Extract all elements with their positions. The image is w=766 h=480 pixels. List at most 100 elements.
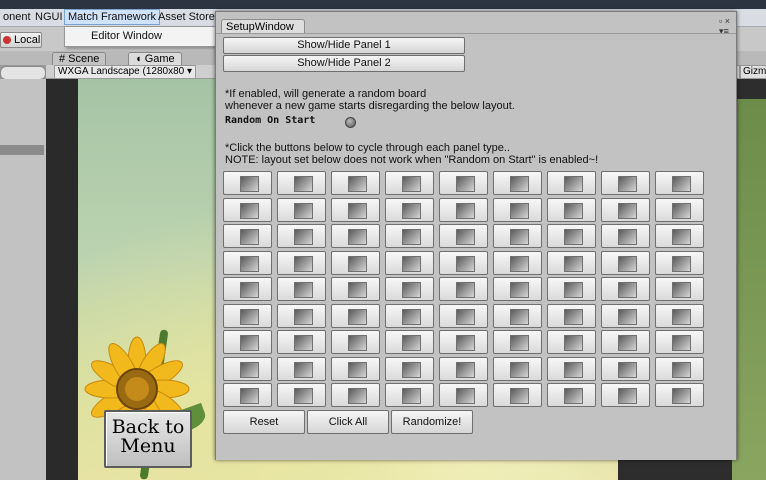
panel-cell-button[interactable] bbox=[493, 197, 542, 222]
window-controls-icons[interactable]: ▫ × bbox=[719, 16, 730, 26]
panel-cell-button[interactable] bbox=[493, 224, 542, 248]
panel-cell-button[interactable] bbox=[601, 250, 650, 275]
panel-cell-button[interactable] bbox=[331, 330, 380, 354]
panel-cell-button[interactable] bbox=[547, 356, 596, 381]
panel-cell-button[interactable] bbox=[223, 224, 272, 248]
menu-component[interactable]: onent bbox=[0, 10, 34, 24]
panel-cell-button[interactable] bbox=[385, 356, 434, 381]
panel-cell-button[interactable] bbox=[385, 303, 434, 328]
panel-cell-button[interactable] bbox=[385, 277, 434, 301]
panel-cell-button[interactable] bbox=[223, 171, 272, 195]
panel-cell-button[interactable] bbox=[277, 171, 326, 195]
panel-cell-button[interactable] bbox=[331, 356, 380, 381]
panel-cell-button[interactable] bbox=[385, 383, 434, 407]
randomize-button[interactable]: Randomize! bbox=[391, 410, 473, 434]
show-hide-panel-2-button[interactable]: Show/Hide Panel 2 bbox=[223, 55, 465, 72]
panel-cell-button[interactable] bbox=[385, 330, 434, 354]
reset-button[interactable]: Reset bbox=[223, 410, 305, 434]
panel-cell-button[interactable] bbox=[439, 383, 488, 407]
setup-window-tab[interactable]: SetupWindow bbox=[221, 19, 305, 34]
panel-cell-button[interactable] bbox=[331, 303, 380, 328]
panel-cell-button[interactable] bbox=[547, 330, 596, 354]
panel-cell-button[interactable] bbox=[655, 356, 704, 381]
panel-cell-button[interactable] bbox=[439, 171, 488, 195]
panel-cell-button[interactable] bbox=[655, 383, 704, 407]
hierarchy-selected-row[interactable] bbox=[0, 145, 44, 155]
panel-cell-button[interactable] bbox=[601, 224, 650, 248]
panel-cell-button[interactable] bbox=[277, 383, 326, 407]
panel-cell-button[interactable] bbox=[601, 171, 650, 195]
panel-cell-button[interactable] bbox=[655, 303, 704, 328]
panel-cell-button[interactable] bbox=[385, 197, 434, 222]
panel-cell-button[interactable] bbox=[277, 224, 326, 248]
panel-cell-button[interactable] bbox=[439, 356, 488, 381]
panel-cell-button[interactable] bbox=[277, 330, 326, 354]
panel-cell-button[interactable] bbox=[655, 330, 704, 354]
local-button[interactable]: Local bbox=[0, 32, 42, 48]
panel-cell-button[interactable] bbox=[547, 171, 596, 195]
panel-cell-button[interactable] bbox=[277, 356, 326, 381]
panel-cell-button[interactable] bbox=[331, 250, 380, 275]
panel-cell-button[interactable] bbox=[439, 224, 488, 248]
panel-cell-button[interactable] bbox=[223, 356, 272, 381]
panel-cell-button[interactable] bbox=[277, 277, 326, 301]
panel-cell-button[interactable] bbox=[655, 250, 704, 275]
panel-cell-button[interactable] bbox=[601, 277, 650, 301]
panel-cell-button[interactable] bbox=[223, 197, 272, 222]
panel-cell-button[interactable] bbox=[331, 197, 380, 222]
panel-cell-button[interactable] bbox=[547, 277, 596, 301]
panel-cell-button[interactable] bbox=[547, 250, 596, 275]
panel-cell-button[interactable] bbox=[385, 171, 434, 195]
show-hide-panel-1-button[interactable]: Show/Hide Panel 1 bbox=[223, 37, 465, 54]
panel-cell-button[interactable] bbox=[223, 383, 272, 407]
panel-cell-button[interactable] bbox=[493, 383, 542, 407]
panel-cell-button[interactable] bbox=[439, 250, 488, 275]
panel-cell-button[interactable] bbox=[331, 277, 380, 301]
panel-cell-button[interactable] bbox=[655, 197, 704, 222]
random-on-start-toggle[interactable] bbox=[345, 117, 356, 128]
tab-scene[interactable]: # Scene bbox=[52, 52, 107, 66]
panel-cell-button[interactable] bbox=[331, 224, 380, 248]
panel-cell-button[interactable] bbox=[331, 171, 380, 195]
panel-cell-button[interactable] bbox=[223, 303, 272, 328]
panel-cell-button[interactable] bbox=[385, 250, 434, 275]
panel-cell-button[interactable] bbox=[439, 277, 488, 301]
panel-cell-button[interactable] bbox=[385, 224, 434, 248]
menu-editor-window[interactable]: Editor Window bbox=[91, 30, 162, 42]
panel-cell-button[interactable] bbox=[493, 171, 542, 195]
panel-cell-button[interactable] bbox=[223, 330, 272, 354]
panel-cell-button[interactable] bbox=[223, 277, 272, 301]
click-all-button[interactable]: Click All bbox=[307, 410, 389, 434]
panel-cell-button[interactable] bbox=[601, 356, 650, 381]
panel-cell-button[interactable] bbox=[547, 197, 596, 222]
panel-cell-button[interactable] bbox=[655, 171, 704, 195]
panel-cell-button[interactable] bbox=[439, 197, 488, 222]
panel-cell-button[interactable] bbox=[439, 330, 488, 354]
panel-cell-button[interactable] bbox=[655, 277, 704, 301]
menu-ngui[interactable]: NGUI bbox=[32, 10, 66, 24]
panel-cell-button[interactable] bbox=[601, 197, 650, 222]
menu-match-framework[interactable]: Match Framework bbox=[64, 9, 161, 25]
panel-cell-button[interactable] bbox=[223, 250, 272, 275]
panel-cell-button[interactable] bbox=[277, 303, 326, 328]
panel-cell-button[interactable] bbox=[655, 224, 704, 248]
back-to-menu-button[interactable]: Back to Menu bbox=[104, 410, 192, 468]
panel-cell-button[interactable] bbox=[493, 250, 542, 275]
aspect-select[interactable]: WXGA Landscape (1280x80 ▾ bbox=[54, 65, 196, 79]
panel-cell-button[interactable] bbox=[601, 330, 650, 354]
panel-cell-button[interactable] bbox=[277, 197, 326, 222]
panel-cell-button[interactable] bbox=[601, 383, 650, 407]
panel-cell-button[interactable] bbox=[601, 303, 650, 328]
panel-cell-button[interactable] bbox=[547, 303, 596, 328]
panel-cell-button[interactable] bbox=[331, 383, 380, 407]
gizmos-toggle[interactable]: Gizm bbox=[740, 65, 766, 79]
panel-cell-button[interactable] bbox=[493, 330, 542, 354]
panel-cell-button[interactable] bbox=[439, 303, 488, 328]
tab-game[interactable]: ◖ Game bbox=[128, 52, 182, 66]
panel-cell-button[interactable] bbox=[547, 224, 596, 248]
panel-cell-button[interactable] bbox=[493, 303, 542, 328]
panel-cell-button[interactable] bbox=[493, 277, 542, 301]
panel-cell-button[interactable] bbox=[493, 356, 542, 381]
panel-cell-button[interactable] bbox=[547, 383, 596, 407]
panel-cell-button[interactable] bbox=[277, 250, 326, 275]
